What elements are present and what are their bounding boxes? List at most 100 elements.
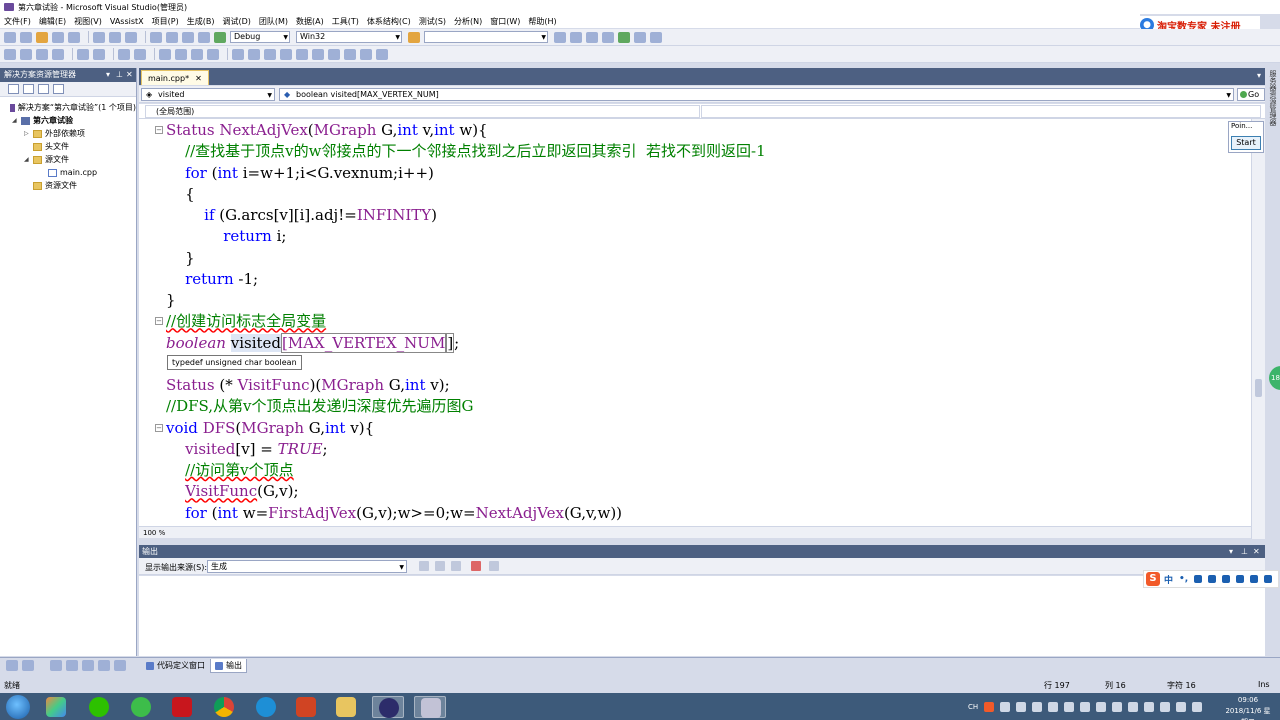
platform-select[interactable]: Win32 ▼ <box>296 31 402 43</box>
class-view-tab-icon[interactable] <box>22 660 34 671</box>
expanded-triangle-icon[interactable]: ◢ <box>24 156 33 163</box>
tab-output[interactable]: 输出 <box>210 659 247 673</box>
ime-indicator[interactable]: CH <box>968 703 978 711</box>
save-icon[interactable] <box>52 31 64 43</box>
tab-dropdown-icon[interactable]: ▾ <box>1257 71 1261 80</box>
symbol-select[interactable]: ◆ boolean visited[MAX_VERTEX_NUM] ▼ <box>279 88 1234 101</box>
toolbox-icon[interactable] <box>1250 575 1258 583</box>
va-tool-7-icon[interactable] <box>328 48 340 60</box>
tree-item-project[interactable]: ◢ 第六章试验 <box>0 114 136 127</box>
tray-icon[interactable] <box>1144 702 1155 712</box>
tray-icon[interactable] <box>1016 702 1027 712</box>
decrease-indent-icon[interactable] <box>77 48 89 60</box>
tray-icon[interactable] <box>1112 702 1123 712</box>
redo-icon[interactable] <box>166 31 178 43</box>
tray-icon[interactable] <box>1160 702 1171 712</box>
comment-icon[interactable] <box>118 48 130 60</box>
menu-project[interactable]: 项目(P) <box>152 16 179 27</box>
taskbar-app-visual-studio[interactable] <box>372 696 404 718</box>
menu-help[interactable]: 帮助(H) <box>528 16 556 27</box>
taskbar-app-colorful[interactable] <box>40 696 72 718</box>
tab-code-definition[interactable]: 代码定义窗口 <box>142 659 209 673</box>
tray-icon[interactable] <box>1000 702 1011 712</box>
menu-file[interactable]: 文件(F) <box>4 16 31 27</box>
taskbar-app-360[interactable] <box>125 696 157 718</box>
pin-icon[interactable]: ⊥ <box>1241 545 1248 558</box>
pin-icon[interactable]: ⊥ <box>116 68 123 82</box>
function-select[interactable] <box>701 105 1261 118</box>
object-browser-icon[interactable] <box>586 31 598 43</box>
menu-test[interactable]: 测试(S) <box>419 16 446 27</box>
tray-icon[interactable] <box>1032 702 1043 712</box>
keyboard-icon[interactable] <box>1222 575 1231 583</box>
server-explorer-tab[interactable]: 服务器资源管理器 <box>1268 70 1278 126</box>
grid-icon[interactable] <box>1263 575 1272 583</box>
output-text-area[interactable] <box>139 576 1265 656</box>
tray-icon[interactable] <box>1064 702 1075 712</box>
tree-item-header-files[interactable]: 头文件 <box>0 140 136 153</box>
va-tool-3-icon[interactable] <box>264 48 276 60</box>
va-tool-10-icon[interactable] <box>376 48 388 60</box>
volume-icon[interactable] <box>1192 702 1203 712</box>
paste-icon[interactable] <box>125 31 137 43</box>
refresh-icon[interactable] <box>38 84 49 94</box>
prev-message-icon[interactable] <box>435 561 445 571</box>
word-wrap-icon[interactable] <box>489 561 499 571</box>
menu-vassistx[interactable]: VAssistX <box>110 17 144 26</box>
prev-bookmark-icon[interactable] <box>175 48 187 60</box>
menu-window[interactable]: 窗口(W) <box>490 16 520 27</box>
menu-tools[interactable]: 工具(T) <box>332 16 359 27</box>
menu-architecture[interactable]: 体系结构(C) <box>367 16 411 27</box>
navigate-back-icon[interactable] <box>182 31 194 43</box>
collapsed-triangle-icon[interactable]: ▷ <box>24 130 33 137</box>
find-combo[interactable]: ▼ <box>424 31 548 43</box>
sogou-tray-icon[interactable] <box>984 702 995 712</box>
va-tool-2-icon[interactable] <box>248 48 260 60</box>
expanded-triangle-icon[interactable]: ◢ <box>12 117 21 124</box>
copy-icon[interactable] <box>109 31 121 43</box>
solution-explorer-icon[interactable] <box>554 31 566 43</box>
va-tool-4-icon[interactable] <box>280 48 292 60</box>
windows-start-icon[interactable] <box>6 695 30 719</box>
taskbar-app-explorer[interactable] <box>330 696 362 718</box>
va-tool-5-icon[interactable] <box>296 48 308 60</box>
navigate-forward-icon[interactable] <box>198 31 210 43</box>
taskbar-app-powerpoint[interactable] <box>290 696 322 718</box>
command-window-icon[interactable] <box>650 31 662 43</box>
clear-bookmarks-icon[interactable] <box>207 48 219 60</box>
add-item-icon[interactable] <box>20 31 32 43</box>
taskbar-clock[interactable]: 09:06 2018/11/6 星期二 <box>1222 695 1274 720</box>
menu-edit[interactable]: 编辑(E) <box>39 16 66 27</box>
find-in-files-icon[interactable] <box>408 31 420 43</box>
dropdown-icon[interactable]: ▾ <box>106 68 110 82</box>
va-view-tab-icon[interactable] <box>98 660 110 671</box>
menu-build[interactable]: 生成(B) <box>187 16 215 27</box>
member-select[interactable]: ◈ visited ▼ <box>141 88 275 101</box>
menu-data[interactable]: 数据(A) <box>296 16 324 27</box>
taskbar-app-chrome[interactable] <box>208 696 240 718</box>
parameter-info-icon[interactable] <box>20 48 32 60</box>
new-project-icon[interactable] <box>4 31 16 43</box>
va-tool-1-icon[interactable] <box>232 48 244 60</box>
tree-item-external-deps[interactable]: ▷ 外部依赖项 <box>0 127 136 140</box>
next-message-icon[interactable] <box>451 561 461 571</box>
complete-word-icon[interactable] <box>52 48 64 60</box>
va-tool-6-icon[interactable] <box>312 48 324 60</box>
next-bookmark-icon[interactable] <box>191 48 203 60</box>
taskbar-app-ie[interactable] <box>250 696 282 718</box>
bookmark-icon[interactable] <box>159 48 171 60</box>
solution-explorer-tab-icon[interactable] <box>6 660 18 671</box>
start-button[interactable]: Start <box>1231 136 1261 150</box>
zoom-level[interactable]: 100 % <box>139 526 1251 538</box>
extension-manager-icon[interactable] <box>634 31 646 43</box>
va-outline-tab-icon[interactable] <box>82 660 94 671</box>
close-icon[interactable]: ✕ <box>126 68 133 82</box>
clear-all-icon[interactable] <box>471 561 481 571</box>
save-all-icon[interactable] <box>68 31 80 43</box>
voice-icon[interactable] <box>1208 575 1217 583</box>
list-members-icon[interactable] <box>4 48 16 60</box>
fold-collapse-icon[interactable]: − <box>155 317 163 326</box>
ime-language[interactable]: 中 <box>1164 573 1173 586</box>
toolbox-icon[interactable] <box>602 31 614 43</box>
show-all-files-icon[interactable] <box>23 84 34 94</box>
